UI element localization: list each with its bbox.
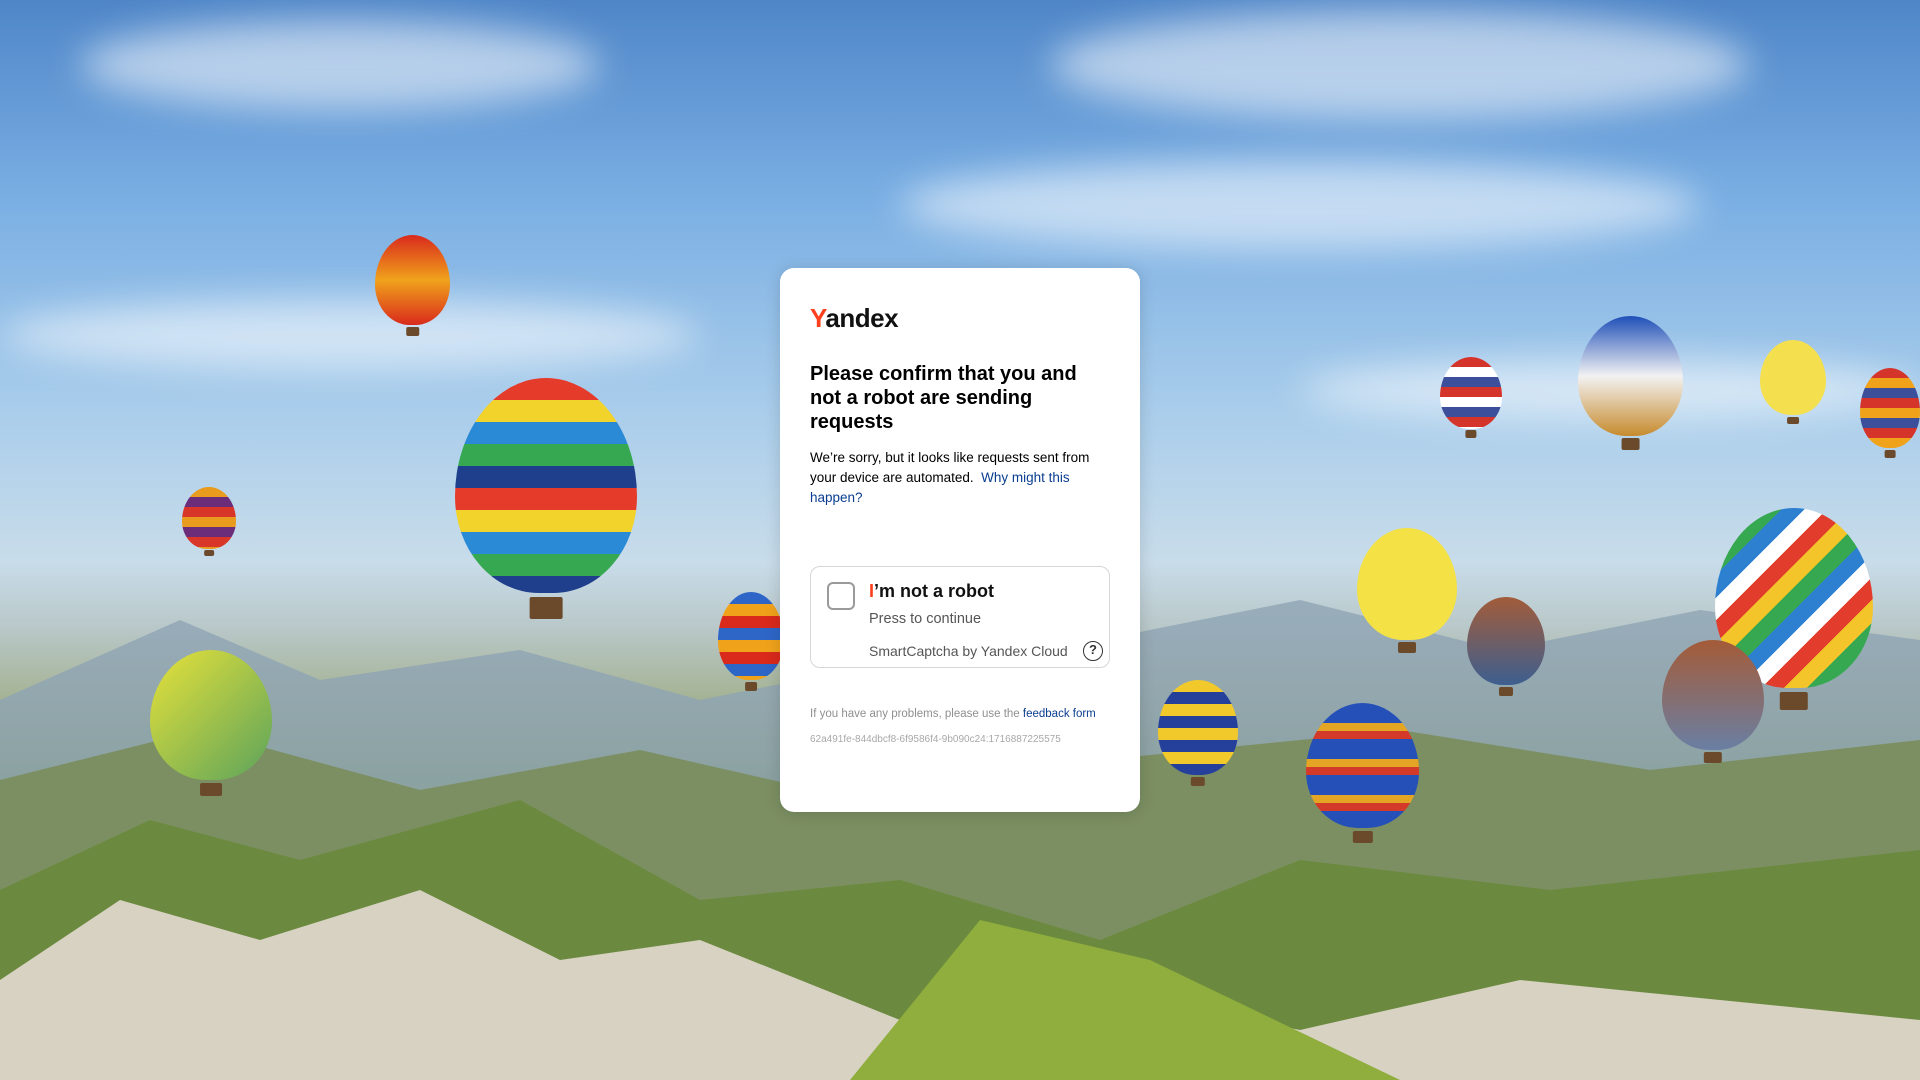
feedback-text: If you have any problems, please use the — [810, 708, 1020, 720]
yandex-logo[interactable]: Yandex — [810, 298, 1110, 338]
smartcaptcha-widget[interactable]: I’m not a robot Press to continue SmartC… — [810, 566, 1110, 668]
not-robot-label-text: ’m not a robot — [874, 581, 995, 601]
request-id: 62a491fe-844dbcf8-6f9586f4-9b090c24:1716… — [810, 734, 1061, 745]
yandex-logo-text: andex — [825, 303, 899, 333]
question-circle-icon[interactable]: ? — [1083, 641, 1103, 661]
feedback-note: If you have any problems, please use the… — [810, 706, 1110, 722]
captcha-hint: Press to continue — [869, 611, 982, 627]
not-robot-label[interactable]: I’m not a robot — [869, 581, 994, 602]
captcha-card: Yandex Please confirm that you and not a… — [780, 268, 1140, 812]
page-title: Please confirm that you and not a robot … — [810, 363, 1077, 433]
yandex-logo-letter: Y — [810, 303, 826, 333]
feedback-link[interactable]: feedback form — [1023, 708, 1096, 720]
captcha-brand: SmartCaptcha by Yandex Cloud — [869, 643, 1068, 659]
description: We’re sorry, but it looks like requests … — [810, 448, 1110, 508]
not-robot-checkbox[interactable] — [827, 582, 855, 610]
